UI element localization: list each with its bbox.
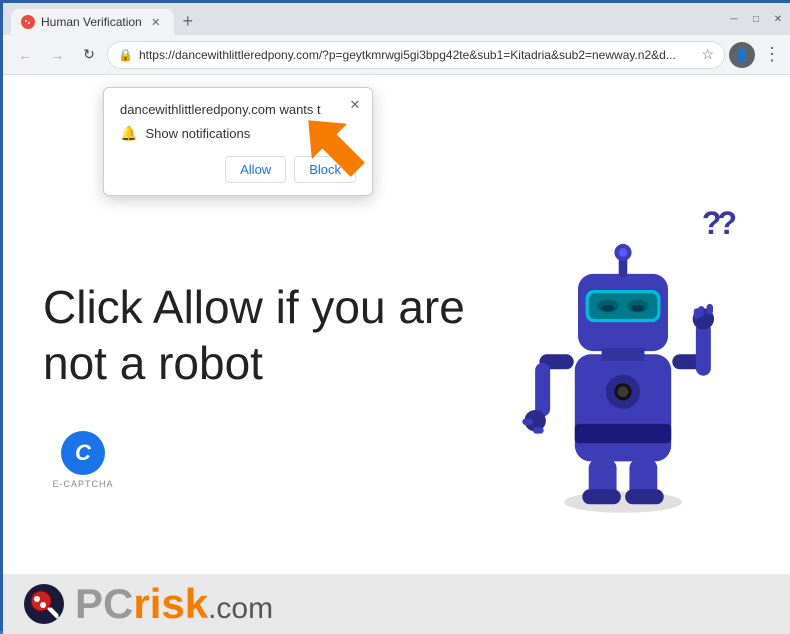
profile-button[interactable]: 👤: [729, 42, 755, 68]
more-menu-button[interactable]: ⋮: [759, 44, 785, 65]
forward-button[interactable]: →: [43, 41, 71, 69]
orange-arrow-indicator: [293, 105, 373, 185]
new-tab-button[interactable]: +: [174, 7, 202, 35]
lock-icon: 🔒: [118, 48, 133, 62]
pcrisk-logo-icon: [23, 583, 65, 625]
captcha-letter: C: [75, 440, 91, 466]
dotcom-text: .com: [208, 594, 273, 624]
minimize-button[interactable]: ─: [727, 12, 741, 26]
left-content: Click Allow if you are not a robot C E-C…: [43, 220, 493, 488]
close-button[interactable]: ✕: [771, 12, 785, 26]
maximize-button[interactable]: □: [749, 12, 763, 26]
robot-illustration: ??: [493, 195, 753, 515]
active-tab[interactable]: Human Verification ✕: [11, 9, 174, 35]
main-heading: Click Allow if you are not a robot: [43, 280, 493, 390]
window-controls: ─ □ ✕: [727, 12, 785, 26]
captcha-logo: C E-CAPTCHA: [43, 431, 123, 489]
pcrisk-footer: PC risk .com: [3, 574, 790, 634]
risk-text: risk: [133, 583, 208, 625]
captcha-icon: C: [61, 431, 105, 475]
back-button[interactable]: ←: [11, 41, 39, 69]
bell-icon: 🔔: [120, 125, 137, 142]
reload-button[interactable]: ↻: [75, 41, 103, 69]
tab-favicon: [21, 15, 35, 29]
robot-svg: [513, 215, 733, 515]
title-bar: Human Verification ✕ + ─ □ ✕: [3, 3, 790, 35]
profile-icon: 👤: [735, 48, 750, 62]
popup-notification-text: Show notifications: [145, 126, 250, 141]
tab-label: Human Verification: [41, 15, 142, 29]
address-bar: ← → ↻ 🔒 https://dancewithlittleredpony.c…: [3, 35, 790, 75]
pc-text: PC: [75, 583, 133, 625]
page-content: Click Allow if you are not a robot C E-C…: [3, 75, 790, 634]
bookmark-icon[interactable]: ☆: [701, 46, 714, 63]
allow-button[interactable]: Allow: [225, 156, 286, 183]
url-input[interactable]: 🔒 https://dancewithlittleredpony.com/?p=…: [107, 41, 725, 69]
tab-area: Human Verification ✕ +: [11, 3, 723, 35]
browser-window: Human Verification ✕ + ─ □ ✕ ← → ↻ 🔒 htt…: [3, 3, 790, 634]
captcha-label: E-CAPTCHA: [52, 479, 113, 489]
question-marks-decoration: ??: [702, 205, 733, 242]
pcrisk-brand: PC risk .com: [75, 583, 273, 625]
tab-close-button[interactable]: ✕: [148, 14, 164, 30]
url-text: https://dancewithlittleredpony.com/?p=ge…: [139, 48, 695, 62]
